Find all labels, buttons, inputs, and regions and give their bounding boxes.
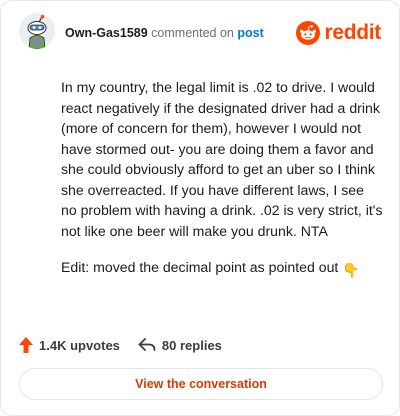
reddit-logo-icon [296, 21, 321, 45]
upvotes-count: 1.4K upvotes [39, 337, 120, 353]
view-conversation-button[interactable]: View the conversation [19, 368, 383, 400]
card-header: Own-Gas1589 commented on post reddit [19, 13, 383, 53]
upvotes-stat[interactable]: 1.4K upvotes [19, 337, 120, 353]
user-avatar[interactable] [19, 13, 55, 49]
replies-stat[interactable]: 80 replies [138, 338, 222, 353]
reddit-brand[interactable]: reddit [296, 19, 381, 47]
commented-on-text: commented on [151, 26, 234, 40]
reply-arrow-icon [138, 338, 156, 351]
username-link[interactable]: Own-Gas1589 [65, 26, 148, 40]
comment-edit-note: Edit: moved the decimal point as pointed… [61, 257, 383, 281]
comment-meta: Own-Gas1589 commented on post [65, 26, 264, 40]
pointing-down-hand-icon: 👇 [342, 262, 360, 278]
reddit-wordmark: reddit [324, 21, 381, 44]
replies-count: 80 replies [161, 337, 222, 353]
comment-paragraph: Edit: moved the decimal point as pointed… [61, 259, 339, 275]
upvote-arrow-icon [19, 337, 33, 353]
comment-paragraph: In my country, the legal limit is .02 to… [61, 79, 383, 239]
comment-card: Own-Gas1589 commented on post reddit In … [0, 0, 400, 416]
snoo-avatar-icon [19, 13, 55, 49]
post-link[interactable]: post [237, 26, 263, 40]
comment-stats: 1.4K upvotes 80 replies [19, 335, 222, 355]
comment-body: In my country, the legal limit is .02 to… [61, 77, 383, 297]
